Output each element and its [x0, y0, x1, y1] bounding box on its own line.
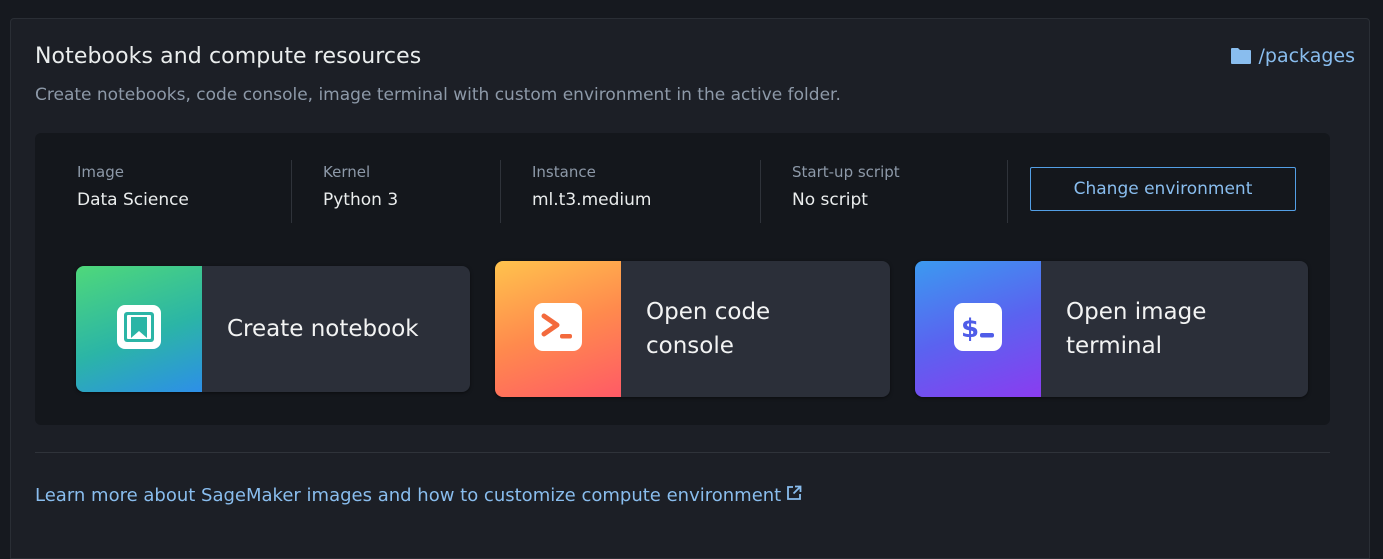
learn-more-link[interactable]: Learn more about SageMaker images and ho… — [35, 485, 802, 506]
open-image-terminal-label: Open image terminal — [1066, 299, 1207, 359]
change-environment-button[interactable]: Change environment — [1030, 167, 1296, 211]
env-instance: Instance ml.t3.medium — [532, 163, 651, 211]
env-image-value: Data Science — [77, 190, 189, 210]
env-divider — [1007, 160, 1008, 223]
panel-subtitle: Create notebooks, code console, image te… — [35, 85, 841, 105]
terminal-icon: $ — [952, 301, 1004, 357]
code-console-icon — [532, 301, 584, 357]
open-code-console-card[interactable]: Open code console — [495, 261, 890, 397]
svg-text:$: $ — [961, 314, 979, 344]
env-kernel: Kernel Python 3 — [323, 163, 398, 211]
env-kernel-label: Kernel — [323, 163, 371, 181]
open-code-console-label: Open code console — [646, 299, 771, 359]
notebook-icon — [114, 302, 164, 356]
external-link-icon — [786, 485, 802, 506]
env-divider — [760, 160, 761, 223]
folder-path-link[interactable]: /packages — [1230, 45, 1355, 67]
env-instance-label: Instance — [532, 163, 596, 181]
env-startup-script: Start-up script No script — [792, 163, 900, 211]
env-image-label: Image — [77, 163, 124, 181]
env-startup-script-label: Start-up script — [792, 163, 900, 181]
folder-path-text: /packages — [1258, 45, 1355, 67]
env-startup-script-value: No script — [792, 190, 868, 210]
footer-divider — [35, 452, 1330, 453]
env-instance-value: ml.t3.medium — [532, 190, 652, 210]
create-notebook-icon-area — [76, 266, 202, 392]
learn-more-text: Learn more about SageMaker images and ho… — [35, 485, 782, 506]
environment-panel: Image Data Science Kernel Python 3 Insta… — [35, 133, 1330, 425]
open-image-terminal-card[interactable]: $ Open image terminal — [915, 261, 1308, 397]
env-divider — [291, 160, 292, 223]
create-notebook-label: Create notebook — [227, 316, 419, 342]
env-divider — [500, 160, 501, 223]
open-code-console-icon-area — [495, 261, 621, 397]
open-image-terminal-icon-area: $ — [915, 261, 1041, 397]
env-kernel-value: Python 3 — [323, 190, 399, 210]
folder-icon — [1230, 47, 1252, 65]
create-notebook-card[interactable]: Create notebook — [76, 266, 470, 392]
panel-title: Notebooks and compute resources — [35, 44, 422, 69]
env-image: Image Data Science — [77, 163, 189, 211]
